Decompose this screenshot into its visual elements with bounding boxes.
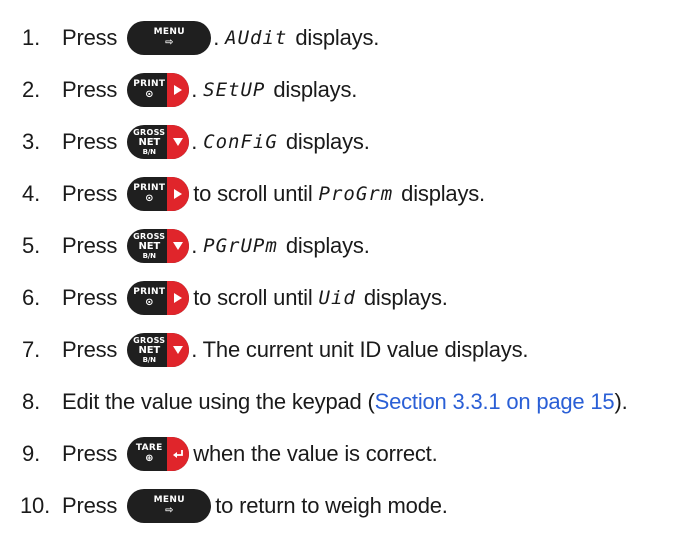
key-label: MENU (153, 27, 185, 37)
step-number: 10. (20, 493, 50, 518)
step-3: 3. Press GROSS NET B/N . ConFiG displays. (0, 124, 370, 160)
key-label: MENU (153, 495, 185, 505)
key-label: PRINT (133, 287, 166, 297)
arrow-right-icon (167, 73, 190, 107)
step-6: 6. Press PRINT ⊙ to scroll until Uid disp… (0, 280, 448, 316)
step-8: 8. Edit the value using the keypad ( Sec… (0, 384, 628, 420)
display-code: Uid (318, 287, 356, 309)
press-word: Press (62, 181, 118, 206)
tare-icon: ⊕ (145, 453, 154, 464)
period: . (191, 233, 198, 258)
step-1: 1. Press MENU ⇨ . AUdit displays. (0, 20, 379, 56)
arrow-down-icon (167, 125, 190, 159)
key-label: PRINT (133, 183, 166, 193)
step-10: 10. Press MENU ⇨ to return to weigh mode. (0, 488, 448, 524)
step-number: 9. (22, 441, 40, 466)
step-number: 5. (22, 233, 40, 258)
step-number: 2. (22, 77, 40, 102)
step-text: displays. (273, 77, 358, 102)
step-text: displays. (295, 25, 380, 50)
step-text: to scroll until (193, 285, 313, 310)
step-text: to return to weigh mode. (215, 493, 448, 518)
key-label-net: NET (138, 344, 161, 356)
press-word: Press (62, 441, 118, 466)
key-label-net: NET (138, 240, 161, 252)
press-word: Press (62, 77, 118, 102)
step-9: 9. Press TARE ⊕ when the value is correct… (0, 436, 438, 472)
menu-key: MENU ⇨ (127, 489, 212, 523)
display-code: ProGrm (318, 183, 394, 205)
enter-arrow-icon (167, 437, 190, 471)
exit-icon: ⇨ (165, 37, 174, 48)
press-word: Press (62, 25, 118, 50)
display-code: AUdit (225, 27, 288, 49)
step-text: displays. (401, 181, 485, 206)
print-icon: ⊙ (145, 193, 154, 204)
step-text: when the value is correct. (193, 441, 438, 466)
period: . (191, 77, 198, 102)
print-key: PRINT ⊙ (127, 281, 190, 315)
step-number: 1. (22, 25, 40, 50)
step-text: displays. (363, 285, 448, 310)
press-word: Press (62, 337, 118, 362)
gross-net-key: GROSS NET B/N (127, 333, 190, 367)
step-5: 5. Press GROSS NET B/N . PGrUPm displays. (0, 228, 370, 264)
menu-key: MENU ⇨ (127, 21, 212, 55)
arrow-right-icon (167, 177, 190, 211)
print-icon: ⊙ (145, 297, 154, 308)
tare-key: TARE ⊕ (127, 437, 190, 471)
section-link[interactable]: Section 3.3.1 on page 15 (375, 389, 615, 415)
key-label-bn: B/N (142, 355, 156, 364)
press-word: Press (62, 233, 118, 258)
display-code: ConFiG (203, 131, 278, 153)
display-code: SEtUP (203, 79, 266, 101)
key-label: GROSS (133, 335, 166, 345)
arrow-down-icon (167, 333, 190, 367)
step-7: 7. Press GROSS NET B/N . The current unit … (0, 332, 528, 368)
step-text: . The current unit ID value displays. (191, 337, 529, 362)
key-label-bn: B/N (142, 251, 156, 260)
step-text: displays. (285, 129, 370, 154)
period: . (191, 129, 198, 154)
key-label: GROSS (133, 127, 166, 137)
print-key: PRINT ⊙ (127, 177, 190, 211)
key-label: GROSS (133, 231, 166, 241)
key-label: TARE (135, 443, 163, 453)
step-number: 8. (22, 389, 40, 414)
display-code: PGrUPm (203, 235, 278, 257)
procedure-steps: 1. Press MENU ⇨ . AUdit displays. 2. Pres… (0, 0, 692, 537)
step-number: 4. (22, 181, 40, 206)
step-text: Edit the value using the keypad ( (62, 389, 375, 414)
step-2: 2. Press PRINT ⊙ . SEtUP displays. (0, 72, 357, 108)
step-number: 7. (22, 337, 40, 362)
step-text: displays. (285, 233, 370, 258)
arrow-down-icon (167, 229, 190, 263)
print-icon: ⊙ (145, 89, 154, 100)
press-word: Press (62, 285, 118, 310)
step-text: ). (614, 389, 628, 414)
step-number: 6. (22, 285, 40, 310)
key-label: PRINT (133, 79, 166, 89)
gross-net-key: GROSS NET B/N (127, 229, 190, 263)
print-key: PRINT ⊙ (127, 73, 190, 107)
press-word: Press (62, 493, 118, 518)
key-label-net: NET (138, 136, 161, 148)
step-number: 3. (22, 129, 40, 154)
exit-icon: ⇨ (165, 505, 174, 516)
step-4: 4. Press PRINT ⊙ to scroll until ProGrm d… (0, 176, 485, 212)
arrow-right-icon (167, 281, 190, 315)
gross-net-key: GROSS NET B/N (127, 125, 190, 159)
period: . (213, 25, 220, 50)
key-label-bn: B/N (142, 147, 156, 156)
step-text: to scroll until (193, 181, 313, 206)
press-word: Press (62, 129, 118, 154)
